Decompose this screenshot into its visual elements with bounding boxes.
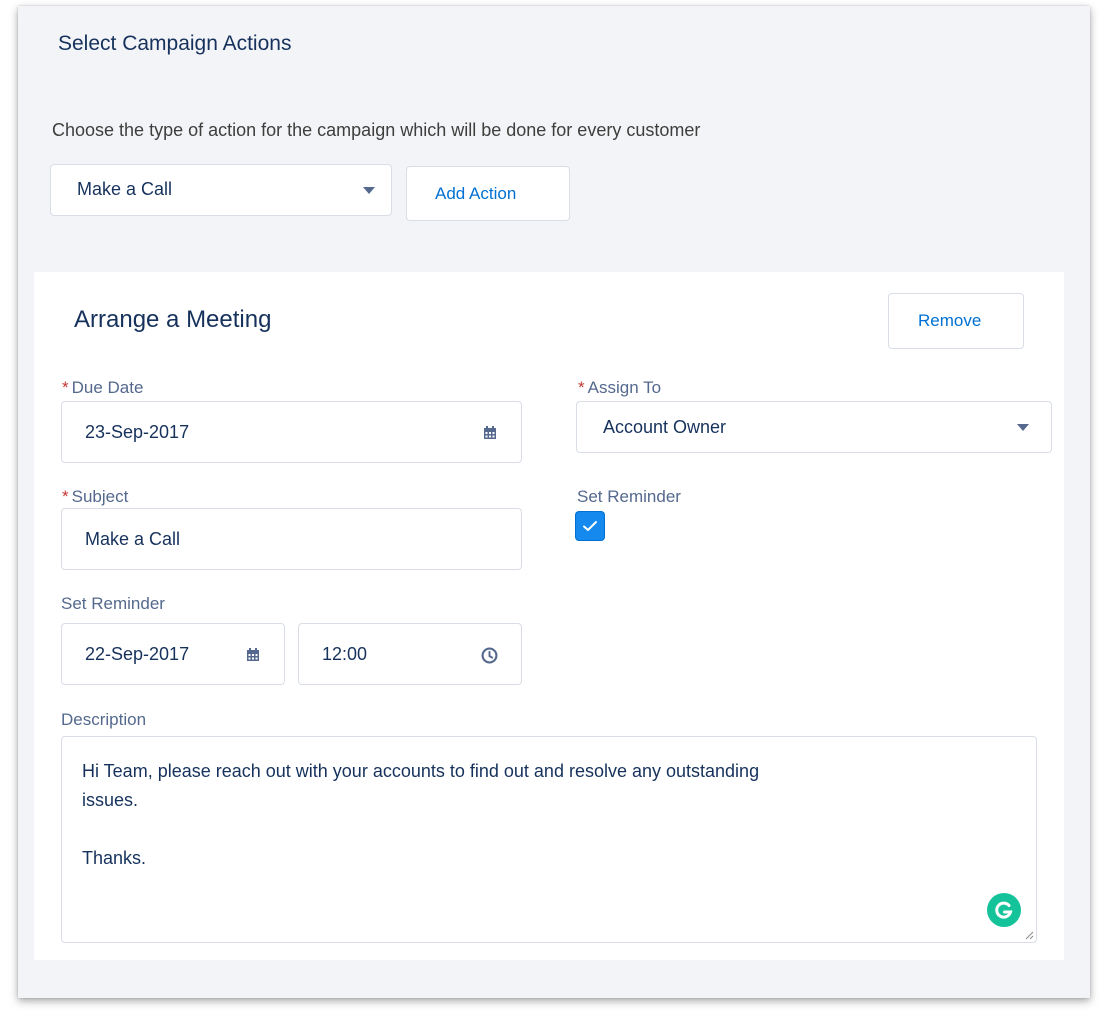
resize-handle-icon[interactable]	[1024, 930, 1034, 940]
subject-value: Make a Call	[85, 529, 181, 549]
calendar-icon[interactable]	[483, 426, 497, 440]
subject-label: * Subject	[62, 487, 129, 506]
checkmark-icon	[583, 521, 597, 531]
section-title: Select Campaign Actions	[58, 32, 292, 55]
due-date-value: 23-Sep-2017	[85, 422, 190, 442]
add-action-label: Add Action	[435, 184, 517, 203]
clock-icon[interactable]	[481, 647, 498, 664]
reminder-date-field[interactable]: 22-Sep-2017	[61, 623, 285, 685]
set-reminder-checkbox[interactable]	[576, 512, 604, 540]
action-type-select[interactable]: Make a Call	[50, 164, 392, 216]
due-date-field[interactable]: 23-Sep-2017	[61, 401, 522, 463]
campaign-actions-panel: Select Campaign Actions Choose the type …	[18, 6, 1090, 998]
description-textarea[interactable]: Hi Team, please reach out with your acco…	[61, 736, 1037, 943]
assign-to-select[interactable]: Account Owner	[576, 401, 1052, 453]
reminder-time-value: 12:00	[322, 644, 368, 664]
action-card: Arrange a Meeting Remove * Due Date 23-Se…	[34, 272, 1064, 960]
chevron-down-icon	[363, 187, 375, 194]
description-label: Description	[61, 710, 147, 729]
remove-button[interactable]: Remove	[888, 293, 1024, 349]
section-intro: Choose the type of action for the campai…	[52, 120, 701, 140]
card-title: Arrange a Meeting	[74, 306, 272, 333]
add-action-button[interactable]: Add Action	[406, 166, 570, 221]
description-value: Hi Team, please reach out with your acco…	[82, 761, 760, 868]
subject-input[interactable]: Make a Call	[61, 508, 522, 570]
reminder-date-value: 22-Sep-2017	[85, 644, 190, 664]
reminder-label: Set Reminder	[61, 594, 165, 613]
action-type-value: Make a Call	[77, 179, 173, 199]
set-reminder-checkbox-label: Set Reminder	[577, 487, 681, 506]
assign-to-label: * Assign To	[578, 378, 662, 397]
grammarly-icon[interactable]	[987, 893, 1021, 927]
calendar-icon[interactable]	[246, 648, 260, 662]
assign-to-value: Account Owner	[603, 417, 727, 437]
remove-label: Remove	[918, 311, 982, 330]
chevron-down-icon	[1017, 424, 1029, 431]
due-date-label: * Due Date	[62, 378, 144, 397]
reminder-time-field[interactable]: 12:00	[298, 623, 522, 685]
